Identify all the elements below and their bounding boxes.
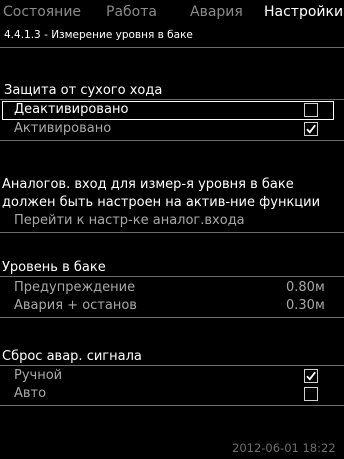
tank-level-divider bbox=[0, 276, 344, 277]
dry-run-divider bbox=[0, 99, 344, 100]
tab-settings[interactable]: Настройки bbox=[264, 4, 343, 20]
analog-note-line2: должен быть настроен на актив-ние функци… bbox=[2, 195, 321, 210]
reset-auto-checkbox[interactable] bbox=[304, 387, 318, 401]
warning-level-value[interactable]: 0.80м bbox=[286, 280, 325, 295]
alarm-reset-divider bbox=[0, 365, 344, 366]
alarm-reset-heading: Сброс авар. сигнала bbox=[2, 349, 142, 364]
tab-alarm[interactable]: Авария bbox=[190, 4, 243, 20]
analog-note-line1: Аналогов. вход для измер-я уровня в баке bbox=[2, 177, 294, 192]
alarm-stop-level-value[interactable]: 0.30м bbox=[286, 298, 325, 313]
option-activated-label[interactable]: Активировано bbox=[14, 121, 111, 136]
warning-level-label[interactable]: Предупреждение bbox=[14, 280, 135, 295]
reset-auto-label[interactable]: Авто bbox=[14, 386, 46, 401]
tab-status[interactable]: Состояние bbox=[3, 4, 81, 20]
header-divider bbox=[0, 47, 344, 48]
tank-level-bottom-divider bbox=[0, 317, 344, 318]
alarm-reset-bottom-divider bbox=[0, 405, 344, 406]
alarm-stop-level-label[interactable]: Авария + останов bbox=[14, 298, 137, 313]
tab-bar: Состояние Работа Авария Настройки bbox=[0, 4, 344, 30]
option-deactivated-label: Деактивировано bbox=[14, 102, 129, 117]
reset-manual-checkbox[interactable] bbox=[304, 369, 318, 383]
analog-divider bbox=[0, 232, 344, 233]
checkmark-icon bbox=[306, 371, 316, 381]
reset-manual-label[interactable]: Ручной bbox=[14, 368, 62, 383]
tab-operation[interactable]: Работа bbox=[106, 4, 157, 20]
breadcrumb: 4.4.1.3 - Измерение уровня в баке bbox=[4, 29, 193, 41]
option-deactivated-checkbox[interactable] bbox=[304, 103, 318, 117]
option-activated-checkbox[interactable] bbox=[304, 122, 318, 136]
tank-level-heading: Уровень в баке bbox=[2, 260, 106, 275]
analog-settings-link[interactable]: Перейти к настр-ке аналог.входа bbox=[14, 213, 245, 228]
timestamp: 2012-06-01 18:22 bbox=[232, 441, 336, 455]
checkmark-icon bbox=[306, 124, 316, 134]
dry-run-bottom-divider bbox=[0, 140, 344, 141]
dry-run-heading: Защита от сухого хода bbox=[4, 83, 163, 98]
